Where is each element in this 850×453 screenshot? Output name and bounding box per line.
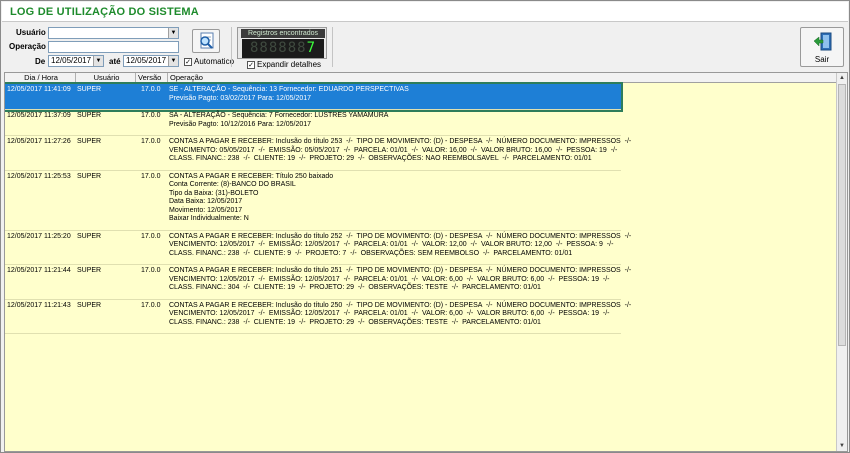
log-window: LOG DE UTILIZAÇÃO DO SISTEMA Usuário ▼ O… bbox=[0, 0, 850, 453]
cell-user: SUPER bbox=[77, 267, 102, 274]
ate-label: até bbox=[109, 57, 121, 66]
automatico-checkbox[interactable]: ✓ Automatico bbox=[184, 57, 234, 66]
vertical-scrollbar[interactable]: ▲ ▼ bbox=[836, 73, 847, 451]
table-row[interactable]: 12/05/2017 11:21:44 SUPER 17.0.0 CONTAS A P… bbox=[5, 265, 631, 300]
cell-datetime: 12/05/2017 11:21:43 bbox=[7, 301, 71, 309]
cell-operation: SA - ALTERAÇÃO - Sequência: 7 Fornecedor… bbox=[169, 112, 389, 128]
chevron-down-icon[interactable]: ▼ bbox=[168, 28, 178, 38]
cell-datetime: 12/05/2017 11:25:53 bbox=[7, 172, 71, 180]
cell-datetime: 12/05/2017 11:21:44 bbox=[7, 267, 71, 274]
filter-toolbar: Usuário ▼ Operação De 12/05/2017 ▼ até 1… bbox=[2, 23, 848, 71]
row-divider bbox=[5, 333, 621, 334]
cell-version: 17.0.0 bbox=[141, 232, 161, 240]
ate-date-picker[interactable]: 12/05/2017 ▼ bbox=[123, 55, 179, 67]
records-counter-dim-digits: 888888 bbox=[249, 40, 307, 56]
magnifier-document-icon bbox=[200, 32, 214, 49]
toolbar-divider bbox=[332, 27, 333, 67]
col-header-operation[interactable]: Operação bbox=[168, 73, 837, 83]
exit-label: Sair bbox=[814, 55, 830, 64]
table-row[interactable]: 12/05/2017 11:25:20 SUPER 17.0.0 CONTAS A P… bbox=[5, 231, 631, 265]
table-row[interactable]: 12/05/2017 11:21:43 SUPER 17.0.0 CONTAS A P… bbox=[5, 300, 631, 334]
cell-version: 17.0.0 bbox=[141, 86, 161, 93]
scroll-up-icon[interactable]: ▲ bbox=[837, 73, 847, 83]
expandir-label: Expandir detalhes bbox=[257, 60, 322, 69]
de-date-picker[interactable]: 12/05/2017 ▼ bbox=[48, 55, 104, 67]
cell-user: SUPER bbox=[77, 138, 102, 145]
grid-header: Dia / Hora Usuário Versão Operação bbox=[5, 73, 837, 83]
expandir-checkbox[interactable]: ✓ Expandir detalhes bbox=[247, 60, 321, 69]
scroll-down-icon[interactable]: ▼ bbox=[837, 441, 847, 451]
chevron-down-icon[interactable]: ▼ bbox=[93, 56, 103, 66]
table-row[interactable]: 12/05/2017 11:41:09 SUPER 17.0.0 SE - ALTER… bbox=[5, 82, 623, 112]
de-label: De bbox=[35, 57, 46, 66]
records-counter-caption: Registros encontrados bbox=[241, 29, 325, 38]
cell-datetime: 12/05/2017 11:25:20 bbox=[7, 232, 71, 240]
col-header-version[interactable]: Versão bbox=[136, 73, 168, 83]
window-title: LOG DE UTILIZAÇÃO DO SISTEMA bbox=[10, 6, 199, 18]
cell-version: 17.0.0 bbox=[141, 138, 161, 145]
cell-user: SUPER bbox=[77, 86, 102, 93]
cell-user: SUPER bbox=[77, 301, 102, 309]
records-counter: Registros encontrados 8888887 bbox=[237, 27, 327, 59]
cell-operation: SE - ALTERAÇÃO - Sequência: 13 Fornecedo… bbox=[169, 86, 409, 102]
exit-button[interactable]: Sair bbox=[800, 27, 844, 67]
cell-operation: CONTAS A PAGAR E RECEBER: Inclusão do tí… bbox=[169, 138, 632, 162]
cell-operation: CONTAS A PAGAR E RECEBER: Inclusão do tí… bbox=[169, 267, 632, 291]
title-bar: LOG DE UTILIZAÇÃO DO SISTEMA bbox=[2, 2, 848, 22]
ate-date-value: 12/05/2017 bbox=[126, 56, 167, 65]
cell-datetime: 12/05/2017 11:41:09 bbox=[7, 86, 71, 93]
cell-version: 17.0.0 bbox=[141, 267, 161, 274]
cell-user: SUPER bbox=[77, 112, 102, 119]
cell-datetime: 12/05/2017 11:37:09 bbox=[7, 112, 71, 119]
de-date-value: 12/05/2017 bbox=[51, 56, 92, 65]
usuario-label: Usuário bbox=[16, 28, 46, 37]
toolbar-divider bbox=[231, 27, 232, 67]
search-button[interactable] bbox=[192, 29, 220, 53]
door-exit-icon bbox=[813, 32, 832, 51]
records-counter-display: 8888887 bbox=[242, 39, 324, 58]
operacao-input[interactable] bbox=[48, 41, 179, 53]
table-row[interactable]: 12/05/2017 11:25:53 SUPER 17.0.0 CONTAS A P… bbox=[5, 171, 621, 231]
col-header-user[interactable]: Usuário bbox=[76, 73, 136, 83]
check-icon: ✓ bbox=[247, 60, 255, 69]
cell-user: SUPER bbox=[77, 232, 102, 240]
cell-operation: CONTAS A PAGAR E RECEBER: Título 250 bai… bbox=[169, 172, 334, 223]
cell-version: 17.0.0 bbox=[141, 172, 161, 180]
table-row[interactable]: 12/05/2017 11:27:26 SUPER 17.0.0 CONTAS A P… bbox=[5, 136, 631, 171]
cell-datetime: 12/05/2017 11:27:26 bbox=[7, 138, 71, 145]
cell-version: 17.0.0 bbox=[141, 301, 161, 309]
records-counter-value: 7 bbox=[306, 40, 316, 56]
chevron-down-icon[interactable]: ▼ bbox=[168, 56, 178, 66]
cell-operation: CONTAS A PAGAR E RECEBER: Inclusão do tí… bbox=[169, 301, 632, 326]
cell-operation: CONTAS A PAGAR E RECEBER: Inclusão do tí… bbox=[169, 232, 632, 257]
cell-user: SUPER bbox=[77, 172, 102, 180]
log-grid[interactable]: Dia / Hora Usuário Versão Operação 12/05… bbox=[4, 72, 848, 452]
table-row[interactable]: 12/05/2017 11:37:09 SUPER 17.0.0 SA - ALTER… bbox=[5, 110, 621, 136]
col-header-datetime[interactable]: Dia / Hora bbox=[5, 73, 76, 83]
cell-version: 17.0.0 bbox=[141, 112, 161, 119]
usuario-combo[interactable]: ▼ bbox=[48, 27, 179, 39]
scroll-thumb[interactable] bbox=[838, 84, 846, 346]
operacao-label: Operação bbox=[9, 42, 46, 51]
automatico-label: Automatico bbox=[194, 57, 235, 66]
check-icon: ✓ bbox=[184, 57, 192, 66]
